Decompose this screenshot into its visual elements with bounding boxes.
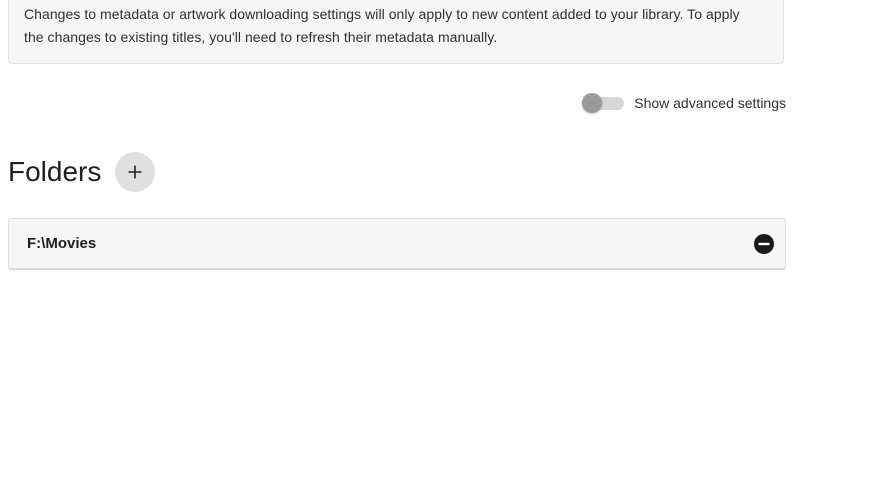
folders-header: Folders <box>8 152 156 192</box>
folder-path: F:\Movies <box>27 235 97 252</box>
metadata-info-note: Changes to metadata or artwork downloadi… <box>8 0 784 64</box>
add-folder-button[interactable] <box>115 152 156 192</box>
folders-title: Folders <box>8 156 102 187</box>
advanced-settings-label[interactable]: Show advanced settings <box>634 95 786 111</box>
remove-folder-button[interactable] <box>753 233 775 255</box>
advanced-settings-toggle[interactable]: Show advanced settings <box>582 91 786 115</box>
plus-icon <box>128 165 142 179</box>
toggle-switch[interactable] <box>582 91 626 115</box>
minus-circle-icon <box>754 233 774 254</box>
info-line-2: the changes to existing titles, you'll n… <box>24 29 498 45</box>
library-settings-page: Changes to metadata or artwork downloadi… <box>0 0 896 504</box>
info-line-1: Changes to metadata or artwork downloadi… <box>24 6 740 22</box>
toggle-thumb[interactable] <box>582 93 603 113</box>
folder-list-item[interactable]: F:\Movies <box>8 218 786 270</box>
